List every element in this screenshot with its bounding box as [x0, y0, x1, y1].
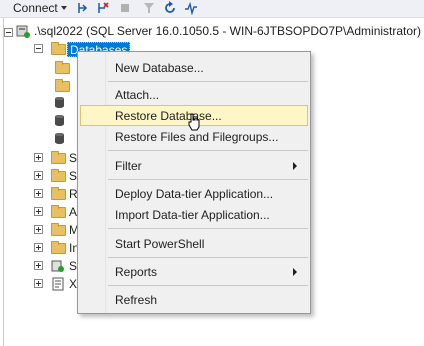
menu-item-start-powershell[interactable]: Start PowerShell — [80, 233, 308, 254]
tree-node-label[interactable]: A — [69, 205, 77, 219]
menu-item-filter[interactable]: Filter — [80, 155, 308, 176]
stop-icon[interactable] — [118, 1, 132, 15]
tree-node-label[interactable]: S — [69, 151, 77, 165]
menu-item-import-data-tier[interactable]: Import Data-tier Application... — [80, 204, 308, 225]
server-collapse-toggle[interactable] — [4, 28, 13, 37]
menu-separator — [108, 81, 308, 82]
menu-separator — [108, 228, 308, 229]
expand-toggle[interactable] — [34, 243, 43, 252]
tree-node-label[interactable]: S — [69, 169, 77, 183]
expand-toggle[interactable] — [34, 153, 43, 162]
object-explorer-toolbar: Connect — [0, 0, 424, 18]
disconnect-icon[interactable] — [96, 1, 110, 15]
expand-toggle[interactable] — [34, 225, 43, 234]
submenu-arrow-icon — [293, 268, 297, 276]
server-node-label[interactable]: .\sql2022 (SQL Server 16.0.1050.5 - WIN-… — [34, 24, 421, 38]
expand-toggle[interactable] — [34, 189, 43, 198]
folder-icon — [51, 205, 66, 218]
database-icon — [55, 97, 64, 108]
menu-separator — [108, 257, 308, 258]
tree-node-label[interactable]: X — [69, 277, 77, 291]
filter-icon[interactable] — [142, 1, 156, 15]
server-icon — [16, 25, 30, 38]
menu-separator — [108, 179, 308, 180]
folder-icon — [51, 151, 66, 164]
folder-icon — [51, 187, 66, 200]
folder-icon — [55, 79, 70, 92]
database-icon — [55, 133, 64, 144]
expand-toggle[interactable] — [34, 261, 43, 270]
databases-folder-icon — [51, 42, 66, 55]
folder-icon — [51, 241, 66, 254]
expand-toggle[interactable] — [34, 207, 43, 216]
folder-icon — [55, 61, 70, 74]
submenu-arrow-icon — [293, 162, 297, 170]
xevent-profiler-icon — [52, 277, 64, 291]
expand-toggle[interactable] — [34, 171, 43, 180]
expand-toggle[interactable] — [34, 279, 43, 288]
menu-item-attach[interactable]: Attach... — [80, 84, 308, 105]
activity-monitor-icon[interactable] — [184, 1, 198, 15]
menu-item-reports[interactable]: Reports — [80, 261, 308, 282]
tree-node-label[interactable]: S — [69, 259, 77, 273]
connect-button[interactable]: Connect — [13, 1, 58, 15]
connect-dropdown-icon[interactable] — [61, 6, 67, 10]
connect-icon[interactable] — [76, 1, 90, 15]
database-icon — [55, 115, 64, 126]
menu-separator — [108, 150, 308, 151]
folder-icon — [51, 223, 66, 236]
databases-context-menu: New Database... Attach... Restore Databa… — [77, 51, 311, 314]
panel-border — [3, 18, 4, 346]
menu-separator — [108, 285, 308, 286]
folder-icon — [51, 169, 66, 182]
databases-collapse-toggle[interactable] — [34, 44, 43, 53]
menu-item-refresh[interactable]: Refresh — [80, 289, 308, 310]
sql-agent-icon — [51, 260, 64, 272]
refresh-icon[interactable] — [163, 1, 177, 15]
menu-item-new-database[interactable]: New Database... — [80, 57, 308, 78]
hand-cursor-icon — [188, 113, 200, 131]
menu-item-deploy-data-tier[interactable]: Deploy Data-tier Application... — [80, 183, 308, 204]
